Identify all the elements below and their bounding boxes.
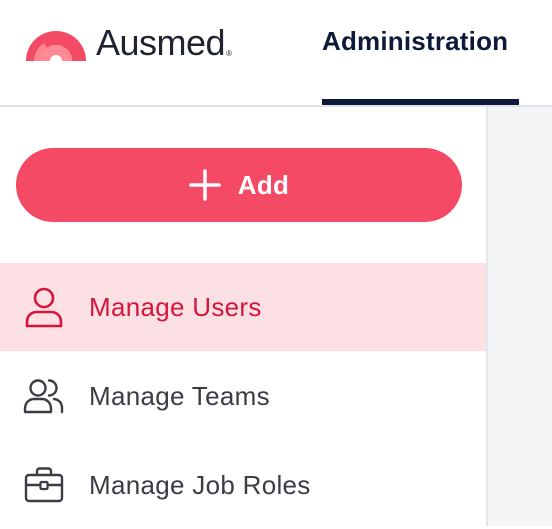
sidebar-item-manage-teams[interactable]: Manage Teams [0,352,486,440]
add-button-label: Add [237,169,290,200]
content-panel [488,107,552,526]
plus-icon [189,169,221,201]
users-icon [23,379,64,414]
user-icon [25,287,63,328]
tab-administration[interactable]: Administration [322,0,519,105]
sidebar: Add Manage Users Manage Teams Manage Job… [0,107,488,526]
brand-name: Ausmed [96,22,226,63]
briefcase-icon [24,467,64,503]
tab-administration-label: Administration [322,26,509,56]
registered-mark: ® [226,49,232,58]
sidebar-item-label: Manage Job Roles [89,469,311,500]
sidebar-item-manage-users[interactable]: Manage Users [0,263,486,351]
sidebar-item-label: Manage Users [89,291,262,322]
ausmed-logo[interactable]: Ausmed ® [24,22,232,64]
add-button[interactable]: Add [16,148,462,222]
sidebar-item-label: Manage Teams [89,380,270,411]
sidebar-item-manage-job-roles[interactable]: Manage Job Roles [0,441,486,529]
top-header: Ausmed ® Administration [0,0,552,107]
active-tab-indicator [322,99,519,105]
ausmed-logo-icon [26,31,86,61]
